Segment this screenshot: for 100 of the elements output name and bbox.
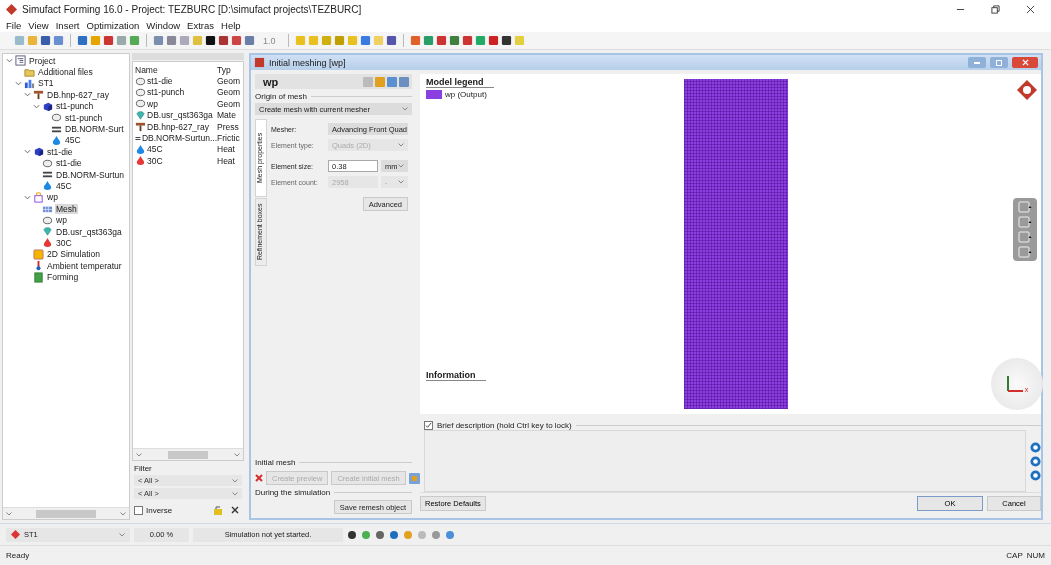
filter-label: Filter [134,464,153,473]
table-cell: Geom [217,98,239,109]
group-label: During the simulation [255,488,331,497]
mesh-settings-button[interactable] [408,471,420,485]
app-logo-icon [1017,80,1037,100]
maximize-icon [996,59,1002,66]
tree-item[interactable]: 2D Simulation [46,249,101,260]
tree-item[interactable]: 30C [55,237,73,248]
table-cell: Frictic [217,133,239,144]
view-icon[interactable] [1018,200,1032,213]
menu-item[interactable]: View [28,20,49,31]
menu-item[interactable]: Window [146,20,181,31]
view-icon[interactable] [1018,215,1032,228]
tree-item[interactable]: st1-die [55,158,83,169]
chevron-icon[interactable] [23,148,31,156]
hammer-icon [135,121,146,133]
toolbar-icon[interactable] [218,35,229,46]
table-cell-text: Heat [217,144,236,155]
drop-icon [135,143,146,155]
caret-icon [232,491,238,496]
menu-item[interactable]: Extras [187,20,215,31]
menu-item[interactable]: Help [221,20,241,31]
circle-arrow-icon[interactable] [1030,469,1041,481]
tree-item[interactable]: DB.NORM-Surt [64,124,125,135]
tree-item[interactable]: Forming [46,272,80,283]
simulation-icon [33,248,44,260]
column-header[interactable]: Name [135,64,217,75]
caret-icon [6,511,12,516]
restore-icon[interactable] [990,5,1000,14]
close-icon [231,506,239,514]
workpiece-icon [33,191,44,203]
column-header[interactable]: Typ [217,64,239,75]
list-item[interactable]: wp [147,98,158,109]
circle-arrow-icon[interactable] [1030,441,1041,453]
control-icon[interactable] [375,529,385,540]
chevron-icon[interactable] [5,57,13,65]
menu-item[interactable]: Optimization [86,20,140,31]
header-icon[interactable] [399,76,409,87]
caret-icon [119,532,125,537]
tree-item[interactable]: wp [46,192,59,203]
caret-icon [398,143,404,147]
list-item[interactable]: st1-punch [147,87,185,98]
brief-checkbox[interactable] [424,421,433,430]
caret-icon [398,164,404,168]
tree-item[interactable]: 45C [55,181,73,191]
view-icon[interactable] [1018,245,1032,258]
geometry-icon [51,112,62,124]
close-icon [255,474,263,482]
menu-item[interactable]: File [6,20,22,31]
list-item[interactable]: 45C [147,144,163,155]
cube-icon [33,146,44,158]
tree-item[interactable]: DB.usr_qst363ga [55,226,123,237]
geometry-icon [42,214,53,226]
chevron-icon[interactable] [23,193,31,201]
header-icon[interactable] [375,76,385,87]
toolbar-icon[interactable] [205,35,216,46]
geometry-icon [135,86,146,98]
minimize-button[interactable] [968,57,986,68]
tree-item[interactable]: DB.hnp-627_ray [46,89,110,100]
group-label: Origin of mesh [255,92,308,101]
header-icon[interactable] [363,76,373,87]
tree-item[interactable]: 45C [64,135,82,146]
horizontal-scrollbar[interactable] [3,507,129,519]
status-text: Ready [6,551,31,560]
tree-item[interactable]: st1-punch [55,101,95,112]
horizontal-scrollbar[interactable] [133,448,243,460]
axis-icon [1005,375,1024,393]
status-indicator: NUM [1026,551,1045,560]
tree-item[interactable]: Additional files [37,67,94,78]
lock-icon [213,505,223,515]
tree-item[interactable]: st1-die [46,146,74,157]
tree-item[interactable]: st1-punch [64,112,104,123]
view-icon[interactable] [1018,230,1032,243]
cube-icon [42,100,53,112]
tree-item[interactable]: wp [55,215,68,226]
list-item[interactable]: DB.hnp-627_ray [147,121,209,132]
close-button[interactable] [1012,57,1038,68]
close-icon[interactable] [1025,5,1035,14]
list-item[interactable]: DB.NORM-Surtun... [141,133,217,144]
tree-item[interactable]: ST1 [37,78,55,89]
tree-item[interactable]: Ambient temperatur [46,260,123,271]
tree-item[interactable]: Project [28,55,57,66]
tree-item[interactable]: Mesh [55,203,78,214]
inverse-checkbox[interactable] [134,505,143,515]
table-cell: Geom [217,76,239,87]
maximize-button[interactable] [990,57,1008,68]
geometry-icon [42,157,53,169]
control-icon[interactable] [347,529,357,540]
header-icon[interactable] [387,76,397,87]
caret-icon [402,107,408,111]
object-name: wp [263,75,280,88]
list-item[interactable]: DB.usr_qst363ga [147,110,213,121]
menu-item[interactable]: Insert [55,20,80,31]
flame-icon [42,237,53,249]
table-cell-text: Heat [217,155,236,166]
list-item[interactable]: 30C [147,155,163,166]
tree-item[interactable]: DB.NORM-Surtun [55,169,125,180]
toolbar-icon[interactable] [500,35,512,46]
circle-arrow-icon[interactable] [1030,455,1041,467]
list-item[interactable]: st1-die [147,76,173,87]
